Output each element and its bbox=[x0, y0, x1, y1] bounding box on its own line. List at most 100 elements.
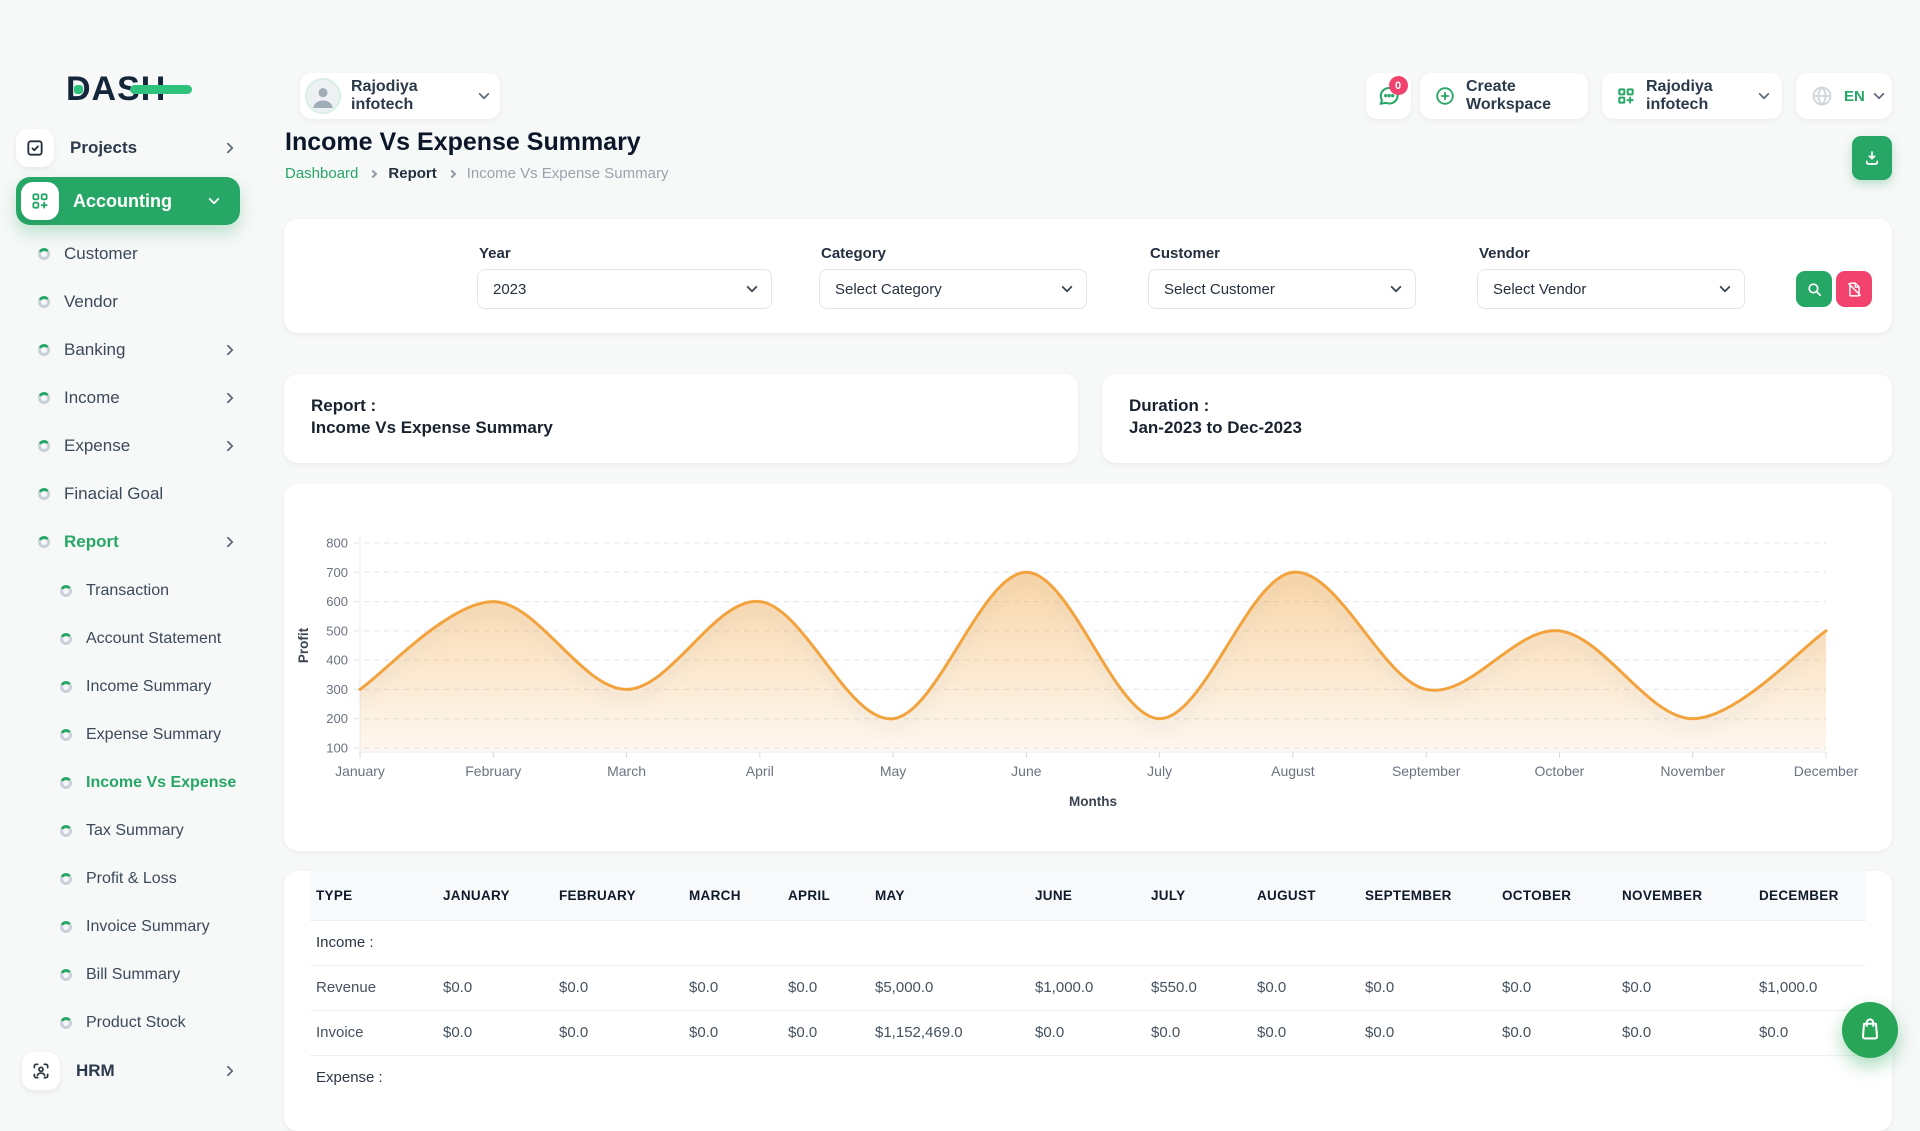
cell-value: $0.0 bbox=[1496, 965, 1616, 1010]
sidebar-item-label: Tax Summary bbox=[86, 822, 184, 840]
year-label: Year bbox=[479, 245, 511, 262]
status-dot-icon bbox=[60, 825, 72, 837]
chevron-right-icon bbox=[447, 169, 455, 177]
sidebar-item-vendor[interactable]: Vendor bbox=[38, 278, 242, 326]
sidebar-item-label: Account Statement bbox=[86, 630, 221, 648]
row-type: Revenue bbox=[310, 965, 437, 1010]
chevron-right-icon bbox=[369, 169, 377, 177]
cell-value: $0.0 bbox=[683, 965, 782, 1010]
messages-button[interactable]: 0 bbox=[1366, 73, 1411, 119]
sidebar-item-label: Income bbox=[64, 388, 120, 408]
sidebar-subitem-bill-summary[interactable]: Bill Summary bbox=[60, 951, 242, 999]
messages-count-badge: 0 bbox=[1389, 76, 1408, 95]
table-section-row: Expense : bbox=[310, 1055, 1866, 1100]
column-header-type: TYPE bbox=[310, 871, 437, 920]
chevron-down-icon bbox=[1061, 281, 1072, 292]
sidebar-item-hrm[interactable]: HRM bbox=[16, 1047, 242, 1095]
status-dot-icon bbox=[38, 296, 50, 308]
cell-value: $1,152,469.0 bbox=[869, 1010, 1029, 1055]
column-header-march: MARCH bbox=[683, 871, 782, 920]
reset-filter-button[interactable] bbox=[1836, 271, 1872, 307]
sidebar-item-expense[interactable]: Expense bbox=[38, 422, 242, 470]
sidebar-item-label: Report bbox=[64, 532, 119, 552]
chevron-down-icon bbox=[1390, 281, 1401, 292]
report-summary-card: Report : Income Vs Expense Summary bbox=[284, 374, 1078, 463]
year-select[interactable]: 2023 bbox=[477, 269, 772, 309]
cell-value: $1,000.0 bbox=[1753, 965, 1866, 1010]
logo-dot-shape bbox=[74, 85, 83, 94]
cell-value: $0.0 bbox=[437, 965, 553, 1010]
breadcrumb: Dashboard Report Income Vs Expense Summa… bbox=[285, 165, 668, 182]
brand-logo[interactable]: DASH bbox=[66, 70, 196, 110]
sidebar-subitem-profit-loss[interactable]: Profit & Loss bbox=[60, 855, 242, 903]
row-type: Invoice bbox=[310, 1010, 437, 1055]
table-section-row: Income : bbox=[310, 920, 1866, 965]
chevron-right-icon bbox=[222, 142, 233, 153]
plus-circle-icon bbox=[1434, 85, 1456, 107]
sidebar-item-label: Transaction bbox=[86, 582, 169, 600]
area-chart-svg: 800700600500400300200100JanuaryFebruaryM… bbox=[284, 484, 1892, 851]
table-row-invoice: Invoice$0.0$0.0$0.0$0.0$1,152,469.0$0.0$… bbox=[310, 1010, 1866, 1055]
cell-value: $0.0 bbox=[1496, 1010, 1616, 1055]
cell-value: $5,000.0 bbox=[869, 965, 1029, 1010]
file-slash-icon bbox=[1846, 281, 1863, 298]
category-value: Select Category bbox=[835, 281, 942, 298]
svg-text:January: January bbox=[335, 763, 385, 779]
breadcrumb-report[interactable]: Report bbox=[388, 165, 436, 182]
sidebar-item-customer[interactable]: Customer bbox=[38, 230, 242, 278]
language-selector[interactable]: EN bbox=[1796, 73, 1892, 119]
sidebar-item-report[interactable]: Report bbox=[38, 518, 242, 566]
svg-text:April: April bbox=[746, 763, 774, 779]
category-select[interactable]: Select Category bbox=[819, 269, 1087, 309]
sidebar-subitem-account-statement[interactable]: Account Statement bbox=[60, 615, 242, 663]
apply-filter-button[interactable] bbox=[1796, 271, 1832, 307]
sidebar-item-finacial-goal[interactable]: Finacial Goal bbox=[38, 470, 242, 518]
chevron-down-icon bbox=[1719, 281, 1730, 292]
cell-value: $0.0 bbox=[1145, 1010, 1251, 1055]
svg-text:July: July bbox=[1147, 763, 1172, 779]
breadcrumb-dashboard[interactable]: Dashboard bbox=[285, 165, 358, 182]
cell-value: $0.0 bbox=[1616, 1010, 1753, 1055]
create-workspace-button[interactable]: Create Workspace bbox=[1420, 73, 1588, 119]
download-button[interactable] bbox=[1852, 136, 1892, 180]
svg-text:500: 500 bbox=[326, 623, 348, 638]
sidebar-subitem-invoice-summary[interactable]: Invoice Summary bbox=[60, 903, 242, 951]
chevron-right-icon bbox=[222, 440, 233, 451]
status-dot-icon bbox=[60, 921, 72, 933]
sidebar-item-label: Vendor bbox=[64, 292, 118, 312]
sidebar-subitem-transaction[interactable]: Transaction bbox=[60, 567, 242, 615]
sidebar-item-banking[interactable]: Banking bbox=[38, 326, 242, 374]
breadcrumb-current: Income Vs Expense Summary bbox=[467, 165, 669, 182]
sidebar-item-accounting[interactable]: Accounting bbox=[16, 177, 240, 225]
svg-text:300: 300 bbox=[326, 682, 348, 697]
sidebar-subitem-income-summary[interactable]: Income Summary bbox=[60, 663, 242, 711]
cell-value: $0.0 bbox=[553, 965, 683, 1010]
sidebar-subitem-tax-summary[interactable]: Tax Summary bbox=[60, 807, 242, 855]
customer-value: Select Customer bbox=[1164, 281, 1275, 298]
cart-floating-button[interactable] bbox=[1842, 1002, 1898, 1058]
customer-select[interactable]: Select Customer bbox=[1148, 269, 1416, 309]
svg-text:December: December bbox=[1794, 763, 1859, 779]
sidebar-item-label: Expense bbox=[64, 436, 130, 456]
column-header-september: SEPTEMBER bbox=[1359, 871, 1496, 920]
sidebar-subitem-expense-summary[interactable]: Expense Summary bbox=[60, 711, 242, 759]
chevron-right-icon bbox=[222, 392, 233, 403]
sidebar-item-income[interactable]: Income bbox=[38, 374, 242, 422]
workspace-selector[interactable]: Rajodiya infotech bbox=[300, 73, 500, 119]
account-selector[interactable]: Rajodiya infotech bbox=[1602, 73, 1782, 119]
sidebar-subitem-product-stock[interactable]: Product Stock bbox=[60, 999, 242, 1047]
status-dot-icon bbox=[38, 536, 50, 548]
sidebar-item-label: Projects bbox=[70, 138, 137, 158]
sidebar: DASH Projects Accounting Custom bbox=[0, 0, 256, 1080]
sidebar-subitem-income-vs-expense[interactable]: Income Vs Expense bbox=[60, 759, 242, 807]
vendor-select[interactable]: Select Vendor bbox=[1477, 269, 1745, 309]
column-header-april: APRIL bbox=[782, 871, 869, 920]
chat-bubble-icon: 0 bbox=[1376, 83, 1402, 109]
sidebar-item-projects[interactable]: Projects bbox=[16, 124, 242, 172]
cell-value: $0.0 bbox=[782, 965, 869, 1010]
avatar bbox=[305, 78, 341, 114]
svg-text:600: 600 bbox=[326, 594, 348, 609]
svg-text:March: March bbox=[607, 763, 646, 779]
cell-value: $0.0 bbox=[1251, 1010, 1359, 1055]
category-label: Category bbox=[821, 245, 886, 262]
